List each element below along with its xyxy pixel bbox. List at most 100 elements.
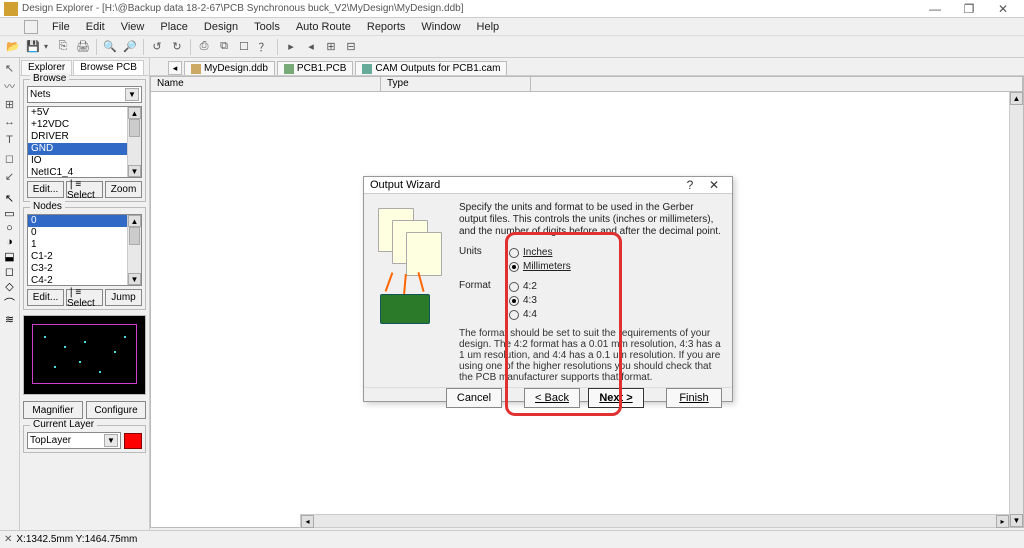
finish-button[interactable]: Finish [666,388,722,408]
nav-icon[interactable]: ▸ [282,38,300,56]
pad-tool-icon[interactable]: ⊞ [2,96,18,112]
tool-icon[interactable]: ⎙ [195,38,213,56]
list-item[interactable]: IO [28,155,141,167]
menu-autoroute[interactable]: Auto Route [288,21,359,33]
text-tool-icon[interactable]: T [2,132,18,148]
menu-help[interactable]: Help [469,21,508,33]
pcb-preview[interactable] [23,315,146,395]
nets-listbox[interactable]: +5V +12VDC DRIVER GND IO NetIC1_4 NetIC1… [27,106,142,178]
list-item[interactable]: C3-2 [28,263,141,275]
nodes-edit-button[interactable]: Edit... [27,289,64,306]
maximize-button[interactable]: ❐ [952,1,986,17]
configure-button[interactable]: Configure [86,401,146,419]
tool-icon[interactable]: ⧉ [215,38,233,56]
scrollbar[interactable]: ▲ ▼ [127,107,141,177]
nodes-listbox[interactable]: 0 0 1 C1-2 C3-2 C4-2 C5-2 C6-2 ▲ ▼ [27,214,142,286]
list-item[interactable]: +5V [28,107,141,119]
scroll-thumb[interactable] [129,227,140,245]
list-item[interactable]: C1-2 [28,251,141,263]
scroll-up-icon[interactable]: ▲ [128,215,141,227]
horizontal-scrollbar[interactable]: ◂ ▸ [300,514,1010,528]
route-tool-icon[interactable]: 〰 [2,78,18,94]
menu-view[interactable]: View [113,21,153,33]
rect-tool-icon[interactable]: ◻ [2,150,18,166]
browse-select-button[interactable]: ❘≡ Select [66,181,103,198]
back-button[interactable]: < Back [524,388,580,408]
polygon-tool-icon[interactable]: ◇ [5,280,13,293]
layer-dropdown[interactable]: TopLayer ▼ [27,432,121,449]
browse-type-dropdown[interactable]: Nets ▼ [27,86,142,103]
menu-file[interactable]: File [44,21,78,33]
scroll-left-icon[interactable]: ◂ [301,515,314,528]
nodes-jump-button[interactable]: Jump [105,289,142,306]
zoom-out-icon[interactable]: 🔎 [121,38,139,56]
radio-format-42[interactable]: 4:2 [509,280,722,294]
circle-tool-icon[interactable]: ○ [6,222,13,234]
collapse-icon[interactable]: ⊟ [342,38,360,56]
undo-icon[interactable]: ↺ [148,38,166,56]
outline-tool-icon[interactable]: ◻ [5,265,14,278]
list-item[interactable]: 0 [28,215,141,227]
close-button[interactable]: ✕ [986,1,1020,17]
browse-edit-button[interactable]: Edit... [27,181,64,198]
curve-tool-icon[interactable]: ⌒ [4,295,15,311]
list-item[interactable]: 0 [28,227,141,239]
column-name[interactable]: Name [151,77,381,91]
menu-window[interactable]: Window [413,21,468,33]
print-icon[interactable]: 🖨 [74,38,92,56]
tab-pcb1[interactable]: PCB1.PCB [277,61,353,75]
browse-zoom-button[interactable]: Zoom [105,181,142,198]
radio-format-43[interactable]: 4:3 [509,294,722,308]
scroll-right-icon[interactable]: ▸ [996,515,1009,528]
magnifier-button[interactable]: Magnifier [23,401,83,419]
menu-edit[interactable]: Edit [78,21,113,33]
etch-tool-icon[interactable]: ≋ [5,313,14,326]
copy-icon[interactable]: ⎘ [54,38,72,56]
radio-millimeters[interactable]: Millimeters [509,260,722,274]
scroll-thumb[interactable] [129,119,140,137]
save-dropdown-icon[interactable]: ▾ [44,42,52,51]
list-item[interactable]: C4-2 [28,275,141,286]
scrollbar[interactable]: ▲ ▼ [127,215,141,285]
radio-inches[interactable]: Inches [509,246,722,260]
cursor-tool-icon[interactable]: ↖ [2,60,18,76]
scroll-up-icon[interactable]: ▲ [128,107,141,119]
scroll-up-icon[interactable]: ▲ [1010,92,1023,105]
scroll-down-icon[interactable]: ▼ [1010,514,1023,527]
cursor-tool-icon[interactable]: ↖ [5,192,14,205]
tab-mydesign[interactable]: MyDesign.ddb [184,61,275,75]
chevron-down-icon[interactable]: ▼ [125,88,139,101]
open-icon[interactable]: 📂 [4,38,22,56]
radio-format-44[interactable]: 4:4 [509,308,722,322]
nav-icon[interactable]: ◂ [302,38,320,56]
dialog-titlebar[interactable]: Output Wizard ? ✕ [364,177,732,194]
arc-tool-icon[interactable]: ◑ [6,236,13,248]
expand-icon[interactable]: ⊞ [322,38,340,56]
tab-nav-left-icon[interactable]: ◂ [168,61,182,75]
list-item[interactable]: +12VDC [28,119,141,131]
dialog-close-button[interactable]: ✕ [702,177,726,193]
dimension-tool-icon[interactable]: ↔ [2,114,18,130]
scroll-down-icon[interactable]: ▼ [128,165,141,177]
layer-color-swatch[interactable] [124,433,142,449]
tab-cam-outputs[interactable]: CAM Outputs for PCB1.cam [355,61,507,75]
list-item[interactable]: NetIC1_4 [28,167,141,178]
menu-design[interactable]: Design [196,21,246,33]
origin-tool-icon[interactable]: ↙ [2,168,18,184]
dialog-help-button[interactable]: ? [678,177,702,193]
help-icon[interactable]: ？ [255,38,273,56]
redo-icon[interactable]: ↻ [168,38,186,56]
column-type[interactable]: Type [381,77,531,91]
minimize-button[interactable]: — [918,1,952,17]
tab-browse-pcb[interactable]: Browse PCB [73,60,144,75]
scroll-down-icon[interactable]: ▼ [128,273,141,285]
next-button[interactable]: Next > [588,388,644,408]
rect-tool-icon[interactable]: ▭ [4,207,14,220]
list-item[interactable]: DRIVER [28,131,141,143]
tool-icon[interactable]: ☐ [235,38,253,56]
chevron-down-icon[interactable]: ▼ [104,434,118,447]
list-item[interactable]: 1 [28,239,141,251]
menu-reports[interactable]: Reports [359,21,414,33]
nodes-select-button[interactable]: ❘≡ Select [66,289,103,306]
list-item[interactable]: GND [28,143,141,155]
